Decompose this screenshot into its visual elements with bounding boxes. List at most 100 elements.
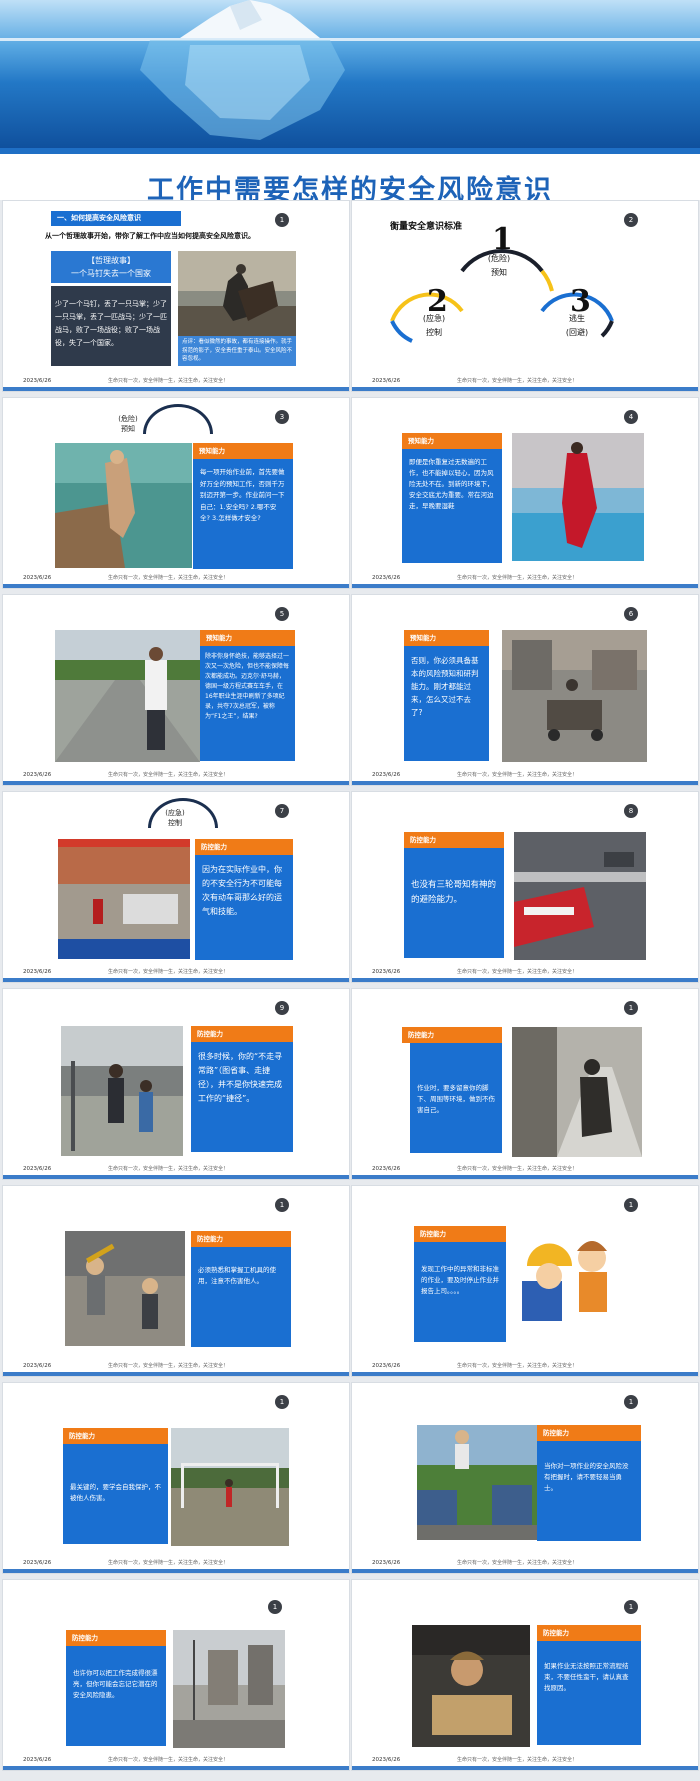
slide-number: 8	[624, 804, 638, 818]
story-name: 一个马钉失去一个国家	[71, 269, 151, 278]
box-man-photo	[412, 1625, 530, 1747]
street-photo	[58, 839, 190, 959]
slide-4[interactable]: 4 预知能力 即便是你重复过无数遍的工作，也不能掉以轻心，因为风险无处不在。到新…	[351, 397, 699, 589]
baseball-photo	[65, 1231, 185, 1346]
header-banner: 工作中需要怎样的安全风险意识	[0, 0, 700, 200]
slide-13[interactable]: 1 防控能力 最关键的，要学会自我保护，不被他人伤害。 2023/6/26 生命…	[2, 1382, 350, 1574]
slide-bottom-bar	[3, 1569, 349, 1573]
slide-bottom-bar	[352, 1372, 698, 1376]
cartoon-workers-image	[517, 1226, 629, 1336]
criterion-label-2b: 控制	[426, 328, 442, 337]
slide-11[interactable]: 1 防控能力 必须熟悉和掌握工机具的使用，注意不伤害他人。 2023/6/26 …	[2, 1185, 350, 1377]
arch-decoration	[143, 404, 213, 434]
criterion-label-1a: (危险)	[487, 254, 511, 263]
slide-10[interactable]: 1 防控能力 作业时，要多留意你的脚下、周围等环境，做到不伤害自己。 2023/…	[351, 988, 699, 1180]
ability-text: 作业时，要多留意你的脚下、周围等环境，做到不伤害自己。	[410, 1043, 502, 1153]
slide-date: 2023/6/26	[23, 1363, 52, 1369]
slide-bottom-bar	[3, 584, 349, 588]
comment-caption: 点评：看似微然的事故，都有连接操作。就手拐范的影子，安全责任重于泰山。安全风险不…	[178, 336, 296, 366]
runway-photo	[512, 433, 644, 561]
slide-bottom-bar	[3, 1175, 349, 1179]
slide-number: 9	[275, 1001, 289, 1015]
ability-label: 防控能力	[191, 1231, 291, 1247]
ability-label: 防控能力	[195, 839, 293, 855]
slide-3[interactable]: 3 (危险) 预知 预知能力 每一项开始作业前，首先要做好万全的预知工作，否则千…	[2, 397, 350, 589]
ability-text: 必须熟悉和掌握工机具的使用，注意不伤害他人。	[191, 1247, 291, 1347]
ability-label: 防控能力	[63, 1428, 168, 1444]
arch-label-b: 预知	[121, 425, 135, 433]
slide-number: 1	[275, 1395, 289, 1409]
ability-label: 预知能力	[402, 433, 502, 449]
ability-text: 最关键的，要学会自我保护，不被他人伤害。	[63, 1444, 168, 1544]
slide-date: 2023/6/26	[23, 1757, 52, 1763]
ability-text: 很多时候，你的“不走寻常路”（图省事、走捷径），并不是你快速完成工作的“捷径”。	[191, 1042, 293, 1152]
arch-label-a: (危险)	[118, 415, 138, 423]
ability-label: 防控能力	[537, 1425, 641, 1441]
slide-2[interactable]: 2 衡量安全意识标准 1 (危险) 预知 2 (应急) 控制 3 逃生 (回避)…	[351, 200, 699, 392]
ability-label: 防控能力	[537, 1625, 641, 1641]
ability-text: 也许你可以把工作完成得很漂亮，但你可能会忘记它潜在的安全风险隐患。	[66, 1646, 166, 1746]
slide-9[interactable]: 9 防控能力 很多时候，你的“不走寻常路”（图省事、走捷径），并不是你快速完成工…	[2, 988, 350, 1180]
slide-14[interactable]: 1 防控能力 当你对一项作业的安全风险没有把握时，请不要轻易当勇士。 2023/…	[351, 1382, 699, 1574]
slide-number: 4	[624, 410, 638, 424]
slide-12[interactable]: 1 防控能力 发现工作中的异常和非标准的作业，要及时停止作业并报告上司。。。。 …	[351, 1185, 699, 1377]
slide-motto: 生命只有一次，安全伴随一生，关注生命，关注安全！	[457, 1757, 578, 1763]
criterion-number-1: 1	[492, 222, 513, 257]
ability-text: 因为在实际作业中，你的不安全行为不可能每次有动车哥那么好的运气和技能。	[195, 855, 293, 960]
ability-text: 否则，你必须具备基本的风险预知和研判能力。刚才都能过来，怎么又过不去了?	[404, 646, 489, 761]
page: 工作中需要怎样的安全风险意识 1 一、如何提高安全风险意识 从一个哲理故事开始，…	[0, 0, 700, 1781]
slide-number: 1	[268, 1600, 282, 1614]
ability-label: 防控能力	[402, 1027, 502, 1043]
ability-label: 预知能力	[193, 443, 293, 459]
ability-text: 也没有三轮哥知有神的的避险能力。	[404, 848, 504, 958]
ability-text: 除非你身怀绝技，能够选择过一次又一次危险，但也不能保障每次都能成功。迈克尔·舒马…	[200, 646, 295, 761]
dumpster-photo	[417, 1425, 537, 1540]
slide-6[interactable]: 6 预知能力 否则，你必须具备基本的风险预知和研判能力。刚才都能过来，怎么又过不…	[351, 594, 699, 786]
slide-motto: 生命只有一次，安全伴随一生，关注生命，关注安全！	[457, 1560, 578, 1566]
slide-number: 5	[275, 607, 289, 621]
snow-path-photo	[512, 1027, 642, 1157]
slide-motto: 生命只有一次，安全伴随一生，关注生命，关注安全！	[108, 969, 229, 975]
ability-label: 防控能力	[414, 1226, 506, 1242]
slide-16[interactable]: 1 防控能力 如果作业无法按照正常流程结束，不要任性蛮干，请认真查找原因。 20…	[351, 1579, 699, 1771]
arch-label: (危险) 预知	[103, 414, 153, 434]
slide-number: 1	[624, 1001, 638, 1015]
arch-label-b: 控制	[168, 819, 182, 827]
slide-bottom-bar	[352, 1766, 698, 1770]
criterion-label-3b: (回避)	[565, 328, 589, 337]
slide-motto: 生命只有一次，安全伴随一生，关注生命，关注安全！	[457, 1166, 578, 1172]
slide-motto: 生命只有一次，安全伴随一生，关注生命，关注安全！	[457, 575, 578, 581]
slide-bottom-bar	[352, 1569, 698, 1573]
slide-date: 2023/6/26	[372, 772, 401, 778]
tricycle-photo	[502, 630, 647, 762]
criteria-arcs	[390, 249, 614, 343]
ability-label: 防控能力	[191, 1026, 293, 1042]
slide-motto: 生命只有一次，安全伴随一生，关注生命，关注安全！	[108, 772, 229, 778]
ability-text: 即便是你重复过无数遍的工作，也不能掉以轻心，因为风险无处不在。到新的环境下，安全…	[402, 449, 502, 563]
road-photo	[55, 630, 200, 762]
slide-number: 1	[624, 1600, 638, 1614]
slide-bottom-bar	[352, 1175, 698, 1179]
story-title: 【哲理故事】	[87, 256, 135, 265]
slide-bottom-bar	[352, 781, 698, 785]
slide-motto: 生命只有一次，安全伴随一生，关注生命，关注安全！	[457, 969, 578, 975]
page-title: 工作中需要怎样的安全风险意识	[147, 175, 553, 200]
slide-7[interactable]: 7 (应急) 控制 防控能力 因为在实际作业中，你的不安全行为不可能每次有动车哥…	[2, 791, 350, 983]
slide-8[interactable]: 8 防控能力 也没有三轮哥知有神的的避险能力。 2023/6/26 生命只有一次…	[351, 791, 699, 983]
goal-field-photo	[171, 1428, 289, 1546]
ability-text: 当你对一项作业的安全风险没有把握时，请不要轻易当勇士。	[537, 1441, 641, 1541]
slide-number: 1	[624, 1198, 638, 1212]
slide-5[interactable]: 5 预知能力 除非你身怀绝技，能够选择过一次又一次危险，但也不能保障每次都能成功…	[2, 594, 350, 786]
slide-motto: 生命只有一次，安全伴随一生，关注生命，关注安全！	[108, 1560, 229, 1566]
slide-1[interactable]: 1 一、如何提高安全风险意识 从一个哲理故事开始，带你了解工作中应当如何提高安全…	[2, 200, 350, 392]
slide-bottom-bar	[3, 387, 349, 391]
ability-text: 如果作业无法按照正常流程结束，不要任性蛮干，请认真查找原因。	[537, 1641, 641, 1745]
ability-label: 防控能力	[66, 1630, 166, 1646]
building-photo	[173, 1630, 285, 1748]
slide-date: 2023/6/26	[372, 575, 401, 581]
ability-label: 预知能力	[404, 630, 489, 646]
slide-number: 6	[624, 607, 638, 621]
slide-15[interactable]: 1 防控能力 也许你可以把工作完成得很漂亮，但你可能会忘记它潜在的安全风险隐患。…	[2, 1579, 350, 1771]
slide-bottom-bar	[352, 584, 698, 588]
slide-date: 2023/6/26	[23, 575, 52, 581]
